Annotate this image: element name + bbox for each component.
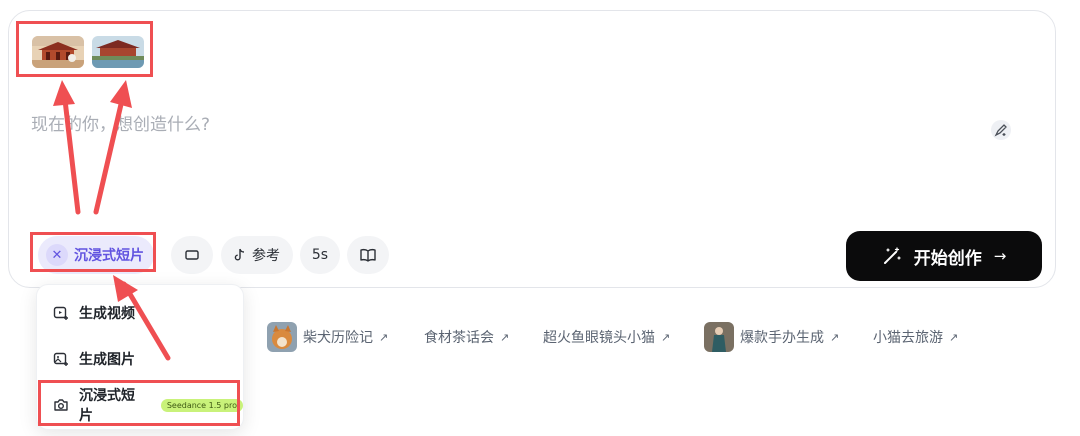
suggestion-figurine[interactable]: 爆款手办生成 ↗ <box>704 320 839 354</box>
suggestion-label: 食材茶话会 <box>424 330 494 346</box>
arrow-up-right-icon: ↗ <box>949 330 959 344</box>
duration-button[interactable]: 5s <box>300 236 340 274</box>
aspect-ratio-icon <box>185 250 199 260</box>
aspect-ratio-button[interactable] <box>171 236 213 274</box>
camera-icon <box>54 399 68 411</box>
reference-label: 参考 <box>252 248 280 264</box>
model-badge: Seedance 1.5 pro <box>160 398 243 412</box>
arrow-right-icon: → <box>993 247 1007 265</box>
start-create-button[interactable]: 开始创作 → <box>846 231 1042 281</box>
arrow-up-right-icon: ↗ <box>500 330 510 344</box>
mode-chip[interactable]: ✕ 沉浸式短片 <box>38 236 154 274</box>
figurine-thumbnail <box>704 322 734 352</box>
arrow-up-right-icon: ↗ <box>661 330 671 344</box>
reference-button[interactable]: 参考 <box>221 236 293 274</box>
menu-item-label: 沉浸式短片 <box>78 388 135 424</box>
mode-dropdown-menu: 生成视频 生成图片 沉浸式短片 Seedance 1.5 pro <box>36 284 244 430</box>
magic-wand-icon <box>883 247 901 264</box>
suggestion-cat-travel[interactable]: 小猫去旅游 ↗ <box>873 320 958 354</box>
reference-image-2[interactable] <box>92 36 144 68</box>
video-add-icon <box>53 306 68 320</box>
start-create-label: 开始创作 <box>913 248 982 269</box>
storybook-button[interactable] <box>347 236 389 274</box>
menu-item-video[interactable]: 生成视频 <box>37 295 243 331</box>
menu-item-image[interactable]: 生成图片 <box>37 341 243 377</box>
close-icon[interactable]: ✕ <box>46 244 68 266</box>
menu-item-label: 生成图片 <box>79 352 135 368</box>
arrow-up-right-icon: ↗ <box>830 330 840 344</box>
tiktok-icon <box>234 248 245 261</box>
suggestion-label: 超火鱼眼镜头小猫 <box>543 330 655 346</box>
image-add-icon <box>53 352 68 366</box>
mode-chip-label: 沉浸式短片 <box>74 248 144 264</box>
suggestion-label: 爆款手办生成 <box>740 330 824 346</box>
suggestion-fisheye-cat[interactable]: 超火鱼眼镜头小猫 ↗ <box>543 320 670 354</box>
suggestion-ingredients[interactable]: 食材茶话会 ↗ <box>424 320 509 354</box>
book-icon <box>360 249 376 262</box>
suggestion-shiba[interactable]: 柴犬历险记 ↗ <box>267 320 388 354</box>
shiba-thumbnail <box>267 322 297 352</box>
menu-item-label: 生成视频 <box>79 306 135 322</box>
arrow-up-right-icon: ↗ <box>379 330 389 344</box>
reference-image-1[interactable] <box>32 36 84 68</box>
suggestion-label: 柴犬历险记 <box>303 330 373 346</box>
menu-item-immersive-short[interactable]: 沉浸式短片 Seedance 1.5 pro <box>37 387 243 424</box>
duration-label: 5s <box>311 247 329 263</box>
pen-sparkle-icon[interactable] <box>991 120 1011 140</box>
prompt-input[interactable]: 现在的你，想创造什么? <box>31 110 210 135</box>
suggestion-label: 小猫去旅游 <box>873 330 943 346</box>
